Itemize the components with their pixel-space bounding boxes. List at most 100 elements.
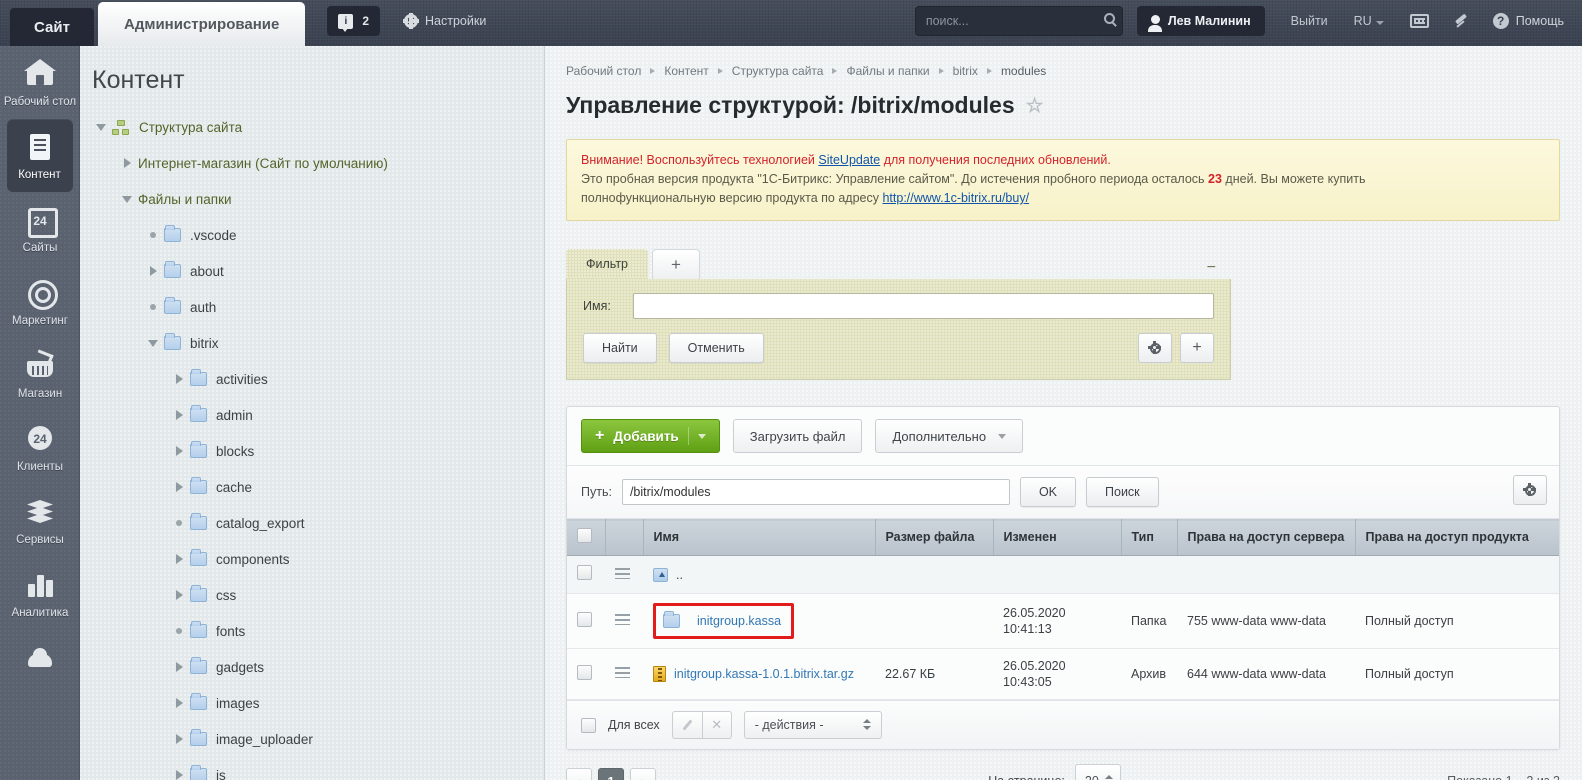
expand-arrow-icon[interactable] bbox=[168, 770, 190, 780]
collapse-arrow-icon[interactable] bbox=[116, 195, 138, 203]
collapse-filter-icon[interactable]: − bbox=[1207, 259, 1216, 277]
tree-node[interactable]: .vscode bbox=[80, 217, 544, 253]
path-ok-button[interactable]: OK bbox=[1019, 477, 1077, 507]
keyboard-icon[interactable] bbox=[1409, 14, 1429, 28]
add-filter-tab-button[interactable]: + bbox=[652, 249, 700, 279]
collapse-arrow-icon[interactable] bbox=[142, 339, 164, 347]
th-size[interactable]: Размер файла bbox=[875, 519, 994, 556]
rail-item-shop[interactable]: Магазин bbox=[0, 338, 79, 411]
th-name[interactable]: Имя bbox=[643, 519, 876, 556]
expand-arrow-icon[interactable] bbox=[168, 374, 190, 384]
notifications-button[interactable]: i 2 bbox=[327, 6, 381, 36]
tab-site[interactable]: Сайт bbox=[10, 8, 94, 46]
actions-select[interactable]: - действия - bbox=[743, 711, 882, 739]
expand-arrow-icon[interactable] bbox=[168, 698, 190, 708]
rail-item-analytics[interactable]: Аналитика bbox=[0, 557, 79, 630]
row-name-label[interactable]: initgroup.kassa-1.0.1.bitrix.tar.gz bbox=[674, 666, 854, 682]
delete-selected-button[interactable]: ✕ bbox=[701, 711, 732, 739]
expand-arrow-icon[interactable] bbox=[168, 662, 190, 672]
filter-settings-button[interactable] bbox=[1138, 333, 1172, 363]
tab-administration[interactable]: Администрирование bbox=[98, 2, 306, 46]
tree-node[interactable]: components bbox=[80, 541, 544, 577]
row-checkbox[interactable] bbox=[577, 565, 592, 580]
row-menu-icon[interactable] bbox=[615, 667, 630, 678]
breadcrumb-item[interactable]: Файлы и папки bbox=[846, 64, 929, 78]
expand-arrow-icon[interactable] bbox=[116, 158, 138, 168]
row-menu-icon[interactable] bbox=[615, 614, 630, 625]
path-input[interactable] bbox=[621, 479, 1010, 505]
tree-node[interactable]: gadgets bbox=[80, 649, 544, 685]
buy-link[interactable]: http://www.1c-bitrix.ru/buy/ bbox=[882, 191, 1029, 205]
breadcrumb-item[interactable]: modules bbox=[1001, 64, 1046, 78]
row-name-label[interactable]: initgroup.kassa bbox=[697, 613, 781, 629]
rail-item-sites[interactable]: Сайты bbox=[0, 192, 79, 265]
tree-node[interactable]: auth bbox=[80, 289, 544, 325]
tree-node[interactable]: admin bbox=[80, 397, 544, 433]
expand-arrow-icon[interactable] bbox=[168, 734, 190, 744]
page-1-button[interactable]: 1 bbox=[598, 768, 624, 780]
language-switcher[interactable]: RU bbox=[1354, 14, 1384, 28]
favorite-star-icon[interactable]: ☆ bbox=[1026, 96, 1044, 116]
upload-file-button[interactable]: Загрузить файл bbox=[732, 419, 863, 453]
settings-button[interactable]: Настройки bbox=[403, 6, 486, 36]
tree-node[interactable]: activities bbox=[80, 361, 544, 397]
find-button[interactable]: Найти bbox=[583, 333, 657, 363]
row-checkbox[interactable] bbox=[577, 611, 592, 627]
expand-arrow-icon[interactable] bbox=[168, 482, 190, 492]
expand-arrow-icon[interactable] bbox=[168, 554, 190, 564]
tree-node[interactable]: Интернет-магазин (Сайт по умолчанию) bbox=[80, 145, 544, 181]
rail-item-clients[interactable]: Клиенты bbox=[0, 411, 79, 484]
tree-node[interactable]: Файлы и папки bbox=[80, 181, 544, 217]
th-modified[interactable]: Изменен bbox=[993, 519, 1122, 556]
rail-item-desktop[interactable]: Рабочий стол bbox=[0, 46, 79, 119]
tree-node[interactable]: about bbox=[80, 253, 544, 289]
tree-node[interactable]: images bbox=[80, 685, 544, 721]
tree-node[interactable]: js bbox=[80, 757, 544, 780]
tree-node[interactable]: css bbox=[80, 577, 544, 613]
expand-arrow-icon[interactable] bbox=[168, 410, 190, 420]
tree-node[interactable]: catalog_export bbox=[80, 505, 544, 541]
table-row[interactable]: .. bbox=[567, 555, 1559, 594]
select-all-footer-checkbox[interactable] bbox=[581, 717, 596, 733]
search-input[interactable] bbox=[914, 6, 1123, 36]
breadcrumb-item[interactable]: Структура сайта bbox=[732, 64, 824, 78]
table-row[interactable]: initgroup.kassa-1.0.1.bitrix.tar.gz 22.67… bbox=[567, 648, 1559, 700]
logout-link[interactable]: Выйти bbox=[1291, 14, 1328, 28]
help-button[interactable]: ? Помощь bbox=[1492, 6, 1564, 36]
rail-item-content[interactable]: Контент bbox=[6, 119, 73, 192]
row-checkbox[interactable] bbox=[577, 664, 592, 680]
tree-node[interactable]: Структура сайта bbox=[80, 109, 544, 145]
cancel-filter-button[interactable]: Отменить bbox=[668, 333, 764, 363]
select-all-checkbox[interactable] bbox=[577, 528, 592, 543]
user-menu-button[interactable]: Лев Малинин bbox=[1136, 6, 1265, 36]
tree-node[interactable]: cache bbox=[80, 469, 544, 505]
rail-item-partial[interactable] bbox=[0, 630, 79, 684]
expand-arrow-icon[interactable] bbox=[168, 590, 190, 600]
row-name-label[interactable]: .. bbox=[676, 567, 683, 583]
pin-icon[interactable] bbox=[1453, 13, 1469, 29]
rail-item-marketing[interactable]: Маркетинг bbox=[0, 265, 79, 338]
collapse-arrow-icon[interactable] bbox=[90, 123, 112, 131]
breadcrumb-item[interactable]: Контент bbox=[664, 64, 708, 78]
tree-node[interactable]: blocks bbox=[80, 433, 544, 469]
siteupdate-link[interactable]: SiteUpdate bbox=[818, 153, 880, 167]
breadcrumb-item[interactable]: Рабочий стол bbox=[566, 64, 641, 78]
expand-arrow-icon[interactable] bbox=[168, 446, 190, 456]
breadcrumb-item[interactable]: bitrix bbox=[953, 64, 978, 78]
expand-arrow-icon[interactable] bbox=[142, 266, 164, 276]
next-page-button[interactable]: › bbox=[630, 768, 656, 780]
add-button[interactable]: + Добавить bbox=[581, 419, 720, 453]
tab-filter[interactable]: Фильтр bbox=[566, 249, 648, 279]
tree-node[interactable]: bitrix bbox=[80, 325, 544, 361]
filter-name-input[interactable] bbox=[633, 293, 1214, 319]
more-actions-button[interactable]: Дополнительно bbox=[875, 419, 1024, 453]
th-product-rights[interactable]: Права на доступ продукта bbox=[1355, 519, 1559, 556]
row-menu-icon[interactable] bbox=[615, 567, 630, 579]
th-server-rights[interactable]: Права на доступ сервера bbox=[1177, 519, 1356, 556]
grid-settings-button[interactable] bbox=[1513, 475, 1547, 505]
tree-node[interactable]: fonts bbox=[80, 613, 544, 649]
prev-page-button[interactable]: ‹ bbox=[566, 768, 592, 780]
th-type[interactable]: Тип bbox=[1121, 519, 1178, 556]
table-row[interactable]: initgroup.kassa 26.05.2020 10:41:13 Папка 7… bbox=[567, 593, 1559, 649]
tree-node[interactable]: image_uploader bbox=[80, 721, 544, 757]
